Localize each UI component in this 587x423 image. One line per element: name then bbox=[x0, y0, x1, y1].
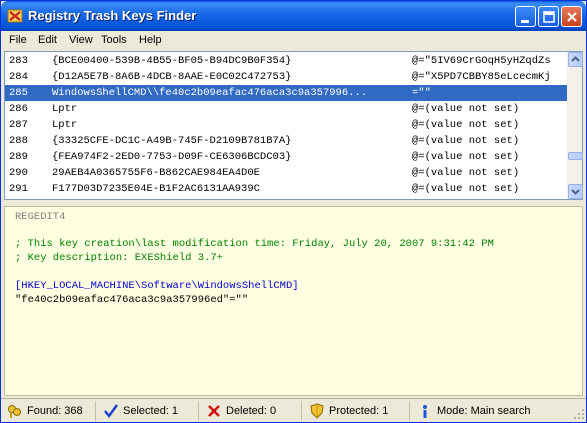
row-key: {33325CFE-DC1C-A49B-745F-D2109B781B7A} bbox=[52, 135, 292, 147]
row-key: {FEA974F2-2ED0-7753-D09F-CE6306BCDC03} bbox=[52, 151, 292, 163]
row-value: @=(value not set) bbox=[412, 135, 520, 147]
chevron-down-icon bbox=[571, 189, 580, 195]
row-number: 283 bbox=[9, 55, 28, 67]
list-item[interactable]: 291 F177D03D7235E04E-B1F2AC6131AA939C @=… bbox=[5, 181, 567, 197]
red-x-icon bbox=[206, 403, 222, 419]
status-bar: Found: 368 Selected: 1 Deleted: 0 Protec… bbox=[1, 398, 586, 422]
list-item[interactable]: 289 {FEA974F2-2ED0-7753-D09F-CE6306BCDC0… bbox=[5, 149, 567, 165]
row-key: 29AEB4A0365755F6-B862CAE984EA4D0E bbox=[52, 167, 260, 179]
scroll-thumb[interactable] bbox=[568, 152, 583, 160]
close-button[interactable] bbox=[561, 6, 582, 27]
reg-comment-time: ; This key creation\last modification ti… bbox=[15, 238, 494, 250]
status-mode: Mode: Main search bbox=[413, 401, 563, 421]
status-deleted-text: Deleted: 0 bbox=[226, 405, 277, 417]
minimize-button[interactable] bbox=[515, 6, 536, 27]
reg-header: REGEDIT4 bbox=[15, 211, 66, 223]
vertical-scrollbar[interactable] bbox=[567, 52, 583, 199]
row-number: 291 bbox=[9, 183, 28, 195]
row-value: @=(value not set) bbox=[412, 151, 520, 163]
app-window: Registry Trash Keys Finder File Edit Vie… bbox=[0, 0, 587, 423]
row-value: ="" bbox=[412, 87, 431, 99]
row-key: Lptr bbox=[52, 103, 78, 115]
menu-help[interactable]: Help bbox=[139, 34, 162, 46]
row-number: 290 bbox=[9, 167, 28, 179]
row-key: Lptr bbox=[52, 119, 78, 131]
checkmark-icon bbox=[103, 403, 119, 419]
row-value: @=(value not set) bbox=[412, 183, 520, 195]
shield-icon bbox=[309, 403, 325, 419]
keys-icon bbox=[7, 403, 23, 419]
chevron-up-icon bbox=[571, 56, 580, 62]
reg-detail-pane[interactable]: REGEDIT4 ; This key creation\last modifi… bbox=[4, 206, 583, 396]
row-number: 289 bbox=[9, 151, 28, 163]
row-number: 288 bbox=[9, 135, 28, 147]
list-item-selected[interactable]: 285 WindowsShellCMD\\fe40c2b09eafac476ac… bbox=[5, 85, 567, 101]
list-item[interactable]: 284 {D12A5E7B-8A6B-4DCB-8AAE-E0C02C47275… bbox=[5, 69, 567, 85]
row-key: {BCE00400-539B-4B55-BF05-B94DC9B0F354} bbox=[52, 55, 292, 67]
status-found: Found: 368 bbox=[3, 401, 96, 421]
maximize-button[interactable] bbox=[538, 6, 559, 27]
status-found-text: Found: 368 bbox=[27, 405, 83, 417]
resize-grip-icon[interactable] bbox=[573, 408, 585, 420]
status-protected-text: Protected: 1 bbox=[329, 405, 389, 417]
menu-tools[interactable]: Tools bbox=[101, 34, 127, 46]
status-selected-text: Selected: 1 bbox=[123, 405, 179, 417]
row-number: 285 bbox=[9, 87, 28, 99]
row-number: 287 bbox=[9, 119, 28, 131]
row-value: @=(value not set) bbox=[412, 119, 520, 131]
list-item[interactable]: 287 Lptr @=(value not set) bbox=[5, 117, 567, 133]
row-value: @=(value not set) bbox=[412, 167, 520, 179]
menu-edit[interactable]: Edit bbox=[38, 34, 57, 46]
row-key: WindowsShellCMD\\fe40c2b09eafac476aca3c9… bbox=[52, 87, 368, 99]
registry-trash-icon bbox=[7, 8, 23, 24]
scroll-down-button[interactable] bbox=[568, 184, 583, 199]
list-item[interactable]: 290 29AEB4A0365755F6-B862CAE984EA4D0E @=… bbox=[5, 165, 567, 181]
menu-file[interactable]: File bbox=[9, 34, 27, 46]
status-deleted: Deleted: 0 bbox=[202, 401, 302, 421]
status-mode-text: Mode: Main search bbox=[437, 405, 531, 417]
row-number: 286 bbox=[9, 103, 28, 115]
status-protected: Protected: 1 bbox=[305, 401, 410, 421]
menu-bar: File Edit View Tools Help bbox=[1, 31, 586, 50]
window-title: Registry Trash Keys Finder bbox=[28, 8, 197, 23]
reg-value-line: "fe40c2b09eafac476aca3c9a357996ed"="" bbox=[15, 294, 249, 306]
menu-view[interactable]: View bbox=[69, 34, 93, 46]
keys-list[interactable]: 283 {BCE00400-539B-4B55-BF05-B94DC9B0F35… bbox=[4, 51, 583, 200]
row-number: 284 bbox=[9, 71, 28, 83]
list-item[interactable]: 286 Lptr @=(value not set) bbox=[5, 101, 567, 117]
row-value: @="X5PD7CBBY85eLcecmKj bbox=[412, 71, 551, 83]
reg-comment-description: ; Key description: EXEShield 3.7+ bbox=[15, 252, 223, 264]
info-icon bbox=[417, 403, 433, 419]
scroll-up-button[interactable] bbox=[568, 52, 583, 67]
title-bar[interactable]: Registry Trash Keys Finder bbox=[1, 1, 586, 31]
reg-key-path: [HKEY_LOCAL_MACHINE\Software\WindowsShel… bbox=[15, 280, 299, 292]
list-item[interactable]: 288 {33325CFE-DC1C-A49B-745F-D2109B781B7… bbox=[5, 133, 567, 149]
row-key: F177D03D7235E04E-B1F2AC6131AA939C bbox=[52, 183, 260, 195]
list-item[interactable]: 283 {BCE00400-539B-4B55-BF05-B94DC9B0F35… bbox=[5, 53, 567, 69]
row-value: @="5IV69CrGOqH5yHZqdZs bbox=[412, 55, 551, 67]
row-value: @=(value not set) bbox=[412, 103, 520, 115]
row-key: {D12A5E7B-8A6B-4DCB-8AAE-E0C02C472753} bbox=[52, 71, 292, 83]
status-selected: Selected: 1 bbox=[99, 401, 199, 421]
